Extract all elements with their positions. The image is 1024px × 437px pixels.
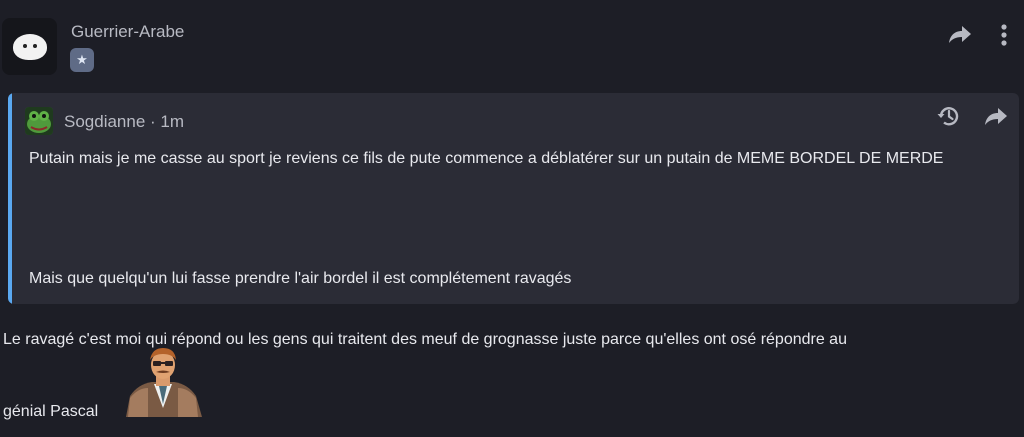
history-icon[interactable] (936, 103, 962, 129)
frog-avatar-icon (25, 107, 53, 135)
pascal-sticker-image (126, 348, 202, 417)
quote-text-line: Putain mais je me casse au sport je revi… (29, 150, 944, 167)
author-username[interactable]: Guerrier-Arabe (71, 22, 184, 42)
quote-timestamp: · 1m (150, 112, 185, 131)
quote-bar (8, 93, 12, 304)
reply-text-line: génial Pascal (3, 403, 99, 420)
quote-text-line: Mais que quelqu'un lui fasse prendre l'a… (29, 270, 572, 287)
post-header: Guerrier-Arabe ★ (0, 0, 1024, 80)
quote-author-avatar[interactable] (25, 107, 53, 135)
star-badge-icon: ★ (70, 48, 94, 72)
quoted-message: Sogdianne · 1m Putain mais je me casse a… (8, 93, 1019, 304)
share-icon[interactable] (947, 22, 973, 46)
quote-author-line: Sogdianne · 1m (64, 112, 184, 132)
more-options-icon[interactable] (995, 22, 1013, 48)
quote-author-name[interactable]: Sogdianne (64, 112, 145, 131)
author-avatar[interactable] (2, 18, 57, 75)
quote-share-icon[interactable] (983, 105, 1009, 127)
avatar-face-icon (12, 33, 47, 60)
